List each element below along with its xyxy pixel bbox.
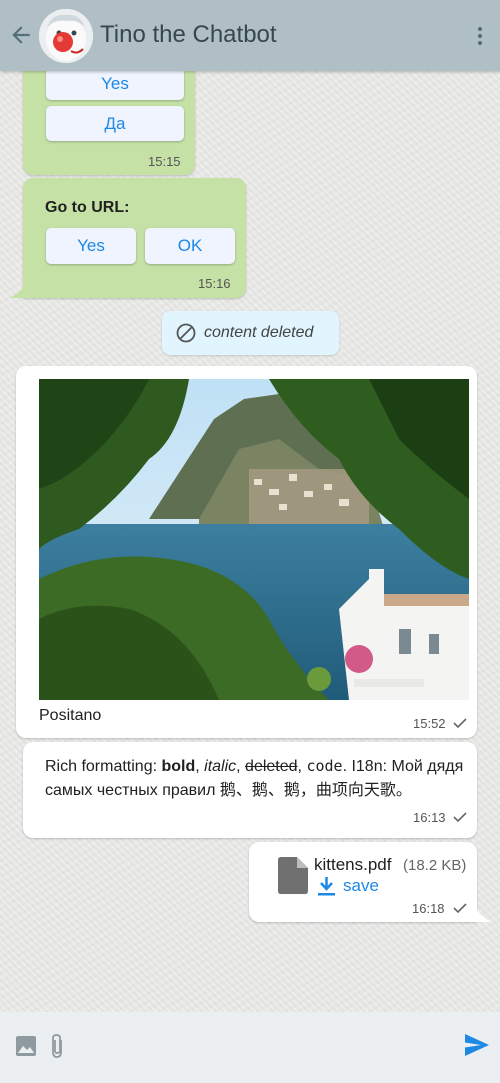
- rich-text-message: Rich formatting: bold, italic, deleted, …: [45, 754, 470, 803]
- document-icon: [278, 857, 308, 894]
- delivered-check-icon: [453, 718, 467, 728]
- message-image[interactable]: [39, 379, 469, 700]
- download-icon: [318, 877, 335, 896]
- send-icon[interactable]: [465, 1034, 489, 1056]
- file-name: kittens.pdf: [314, 855, 392, 874]
- delivered-check-icon: [453, 812, 467, 822]
- deleted-label: content deleted: [204, 324, 314, 341]
- reply-yes-button[interactable]: Yes: [46, 228, 136, 264]
- reply-da-button[interactable]: Да: [46, 106, 184, 141]
- message-title: Go to URL:: [45, 199, 130, 216]
- attach-icon[interactable]: [50, 1033, 64, 1059]
- message-time: 15:52: [413, 716, 446, 731]
- text-italic: italic: [204, 758, 237, 775]
- back-arrow-icon[interactable]: [8, 22, 34, 48]
- image-icon[interactable]: [16, 1036, 36, 1056]
- text-plain: ,: [236, 758, 246, 775]
- message-time: 16:18: [412, 901, 445, 916]
- blocked-icon: [176, 323, 196, 343]
- message-time: 15:16: [198, 276, 231, 291]
- bubble-tail: [9, 284, 25, 298]
- message-time: 15:15: [148, 154, 181, 169]
- bubble-tail: [476, 908, 492, 922]
- message-composer: [0, 1012, 500, 1083]
- text-plain: ,: [195, 758, 205, 775]
- clown-avatar-icon: [39, 9, 93, 63]
- delivered-check-icon: [453, 903, 467, 913]
- image-caption: Positano: [39, 707, 102, 724]
- text-plain: Rich formatting:: [45, 758, 162, 775]
- save-link-label: save: [343, 876, 379, 895]
- message-time: 16:13: [413, 810, 446, 825]
- more-vert-icon[interactable]: [470, 24, 490, 48]
- deleted-message: content deleted: [162, 311, 339, 355]
- reply-ok-button[interactable]: OK: [145, 228, 235, 264]
- text-code: code: [306, 757, 343, 775]
- avatar[interactable]: [39, 9, 93, 63]
- text-strikethrough: deleted: [245, 758, 298, 775]
- chat-title: Tino the Chatbot: [100, 21, 277, 48]
- app-bar: Tino the Chatbot: [0, 0, 500, 71]
- file-size: (18.2 KB): [403, 857, 467, 874]
- text-bold: bold: [161, 758, 196, 775]
- reply-yes-button[interactable]: Yes: [46, 68, 184, 100]
